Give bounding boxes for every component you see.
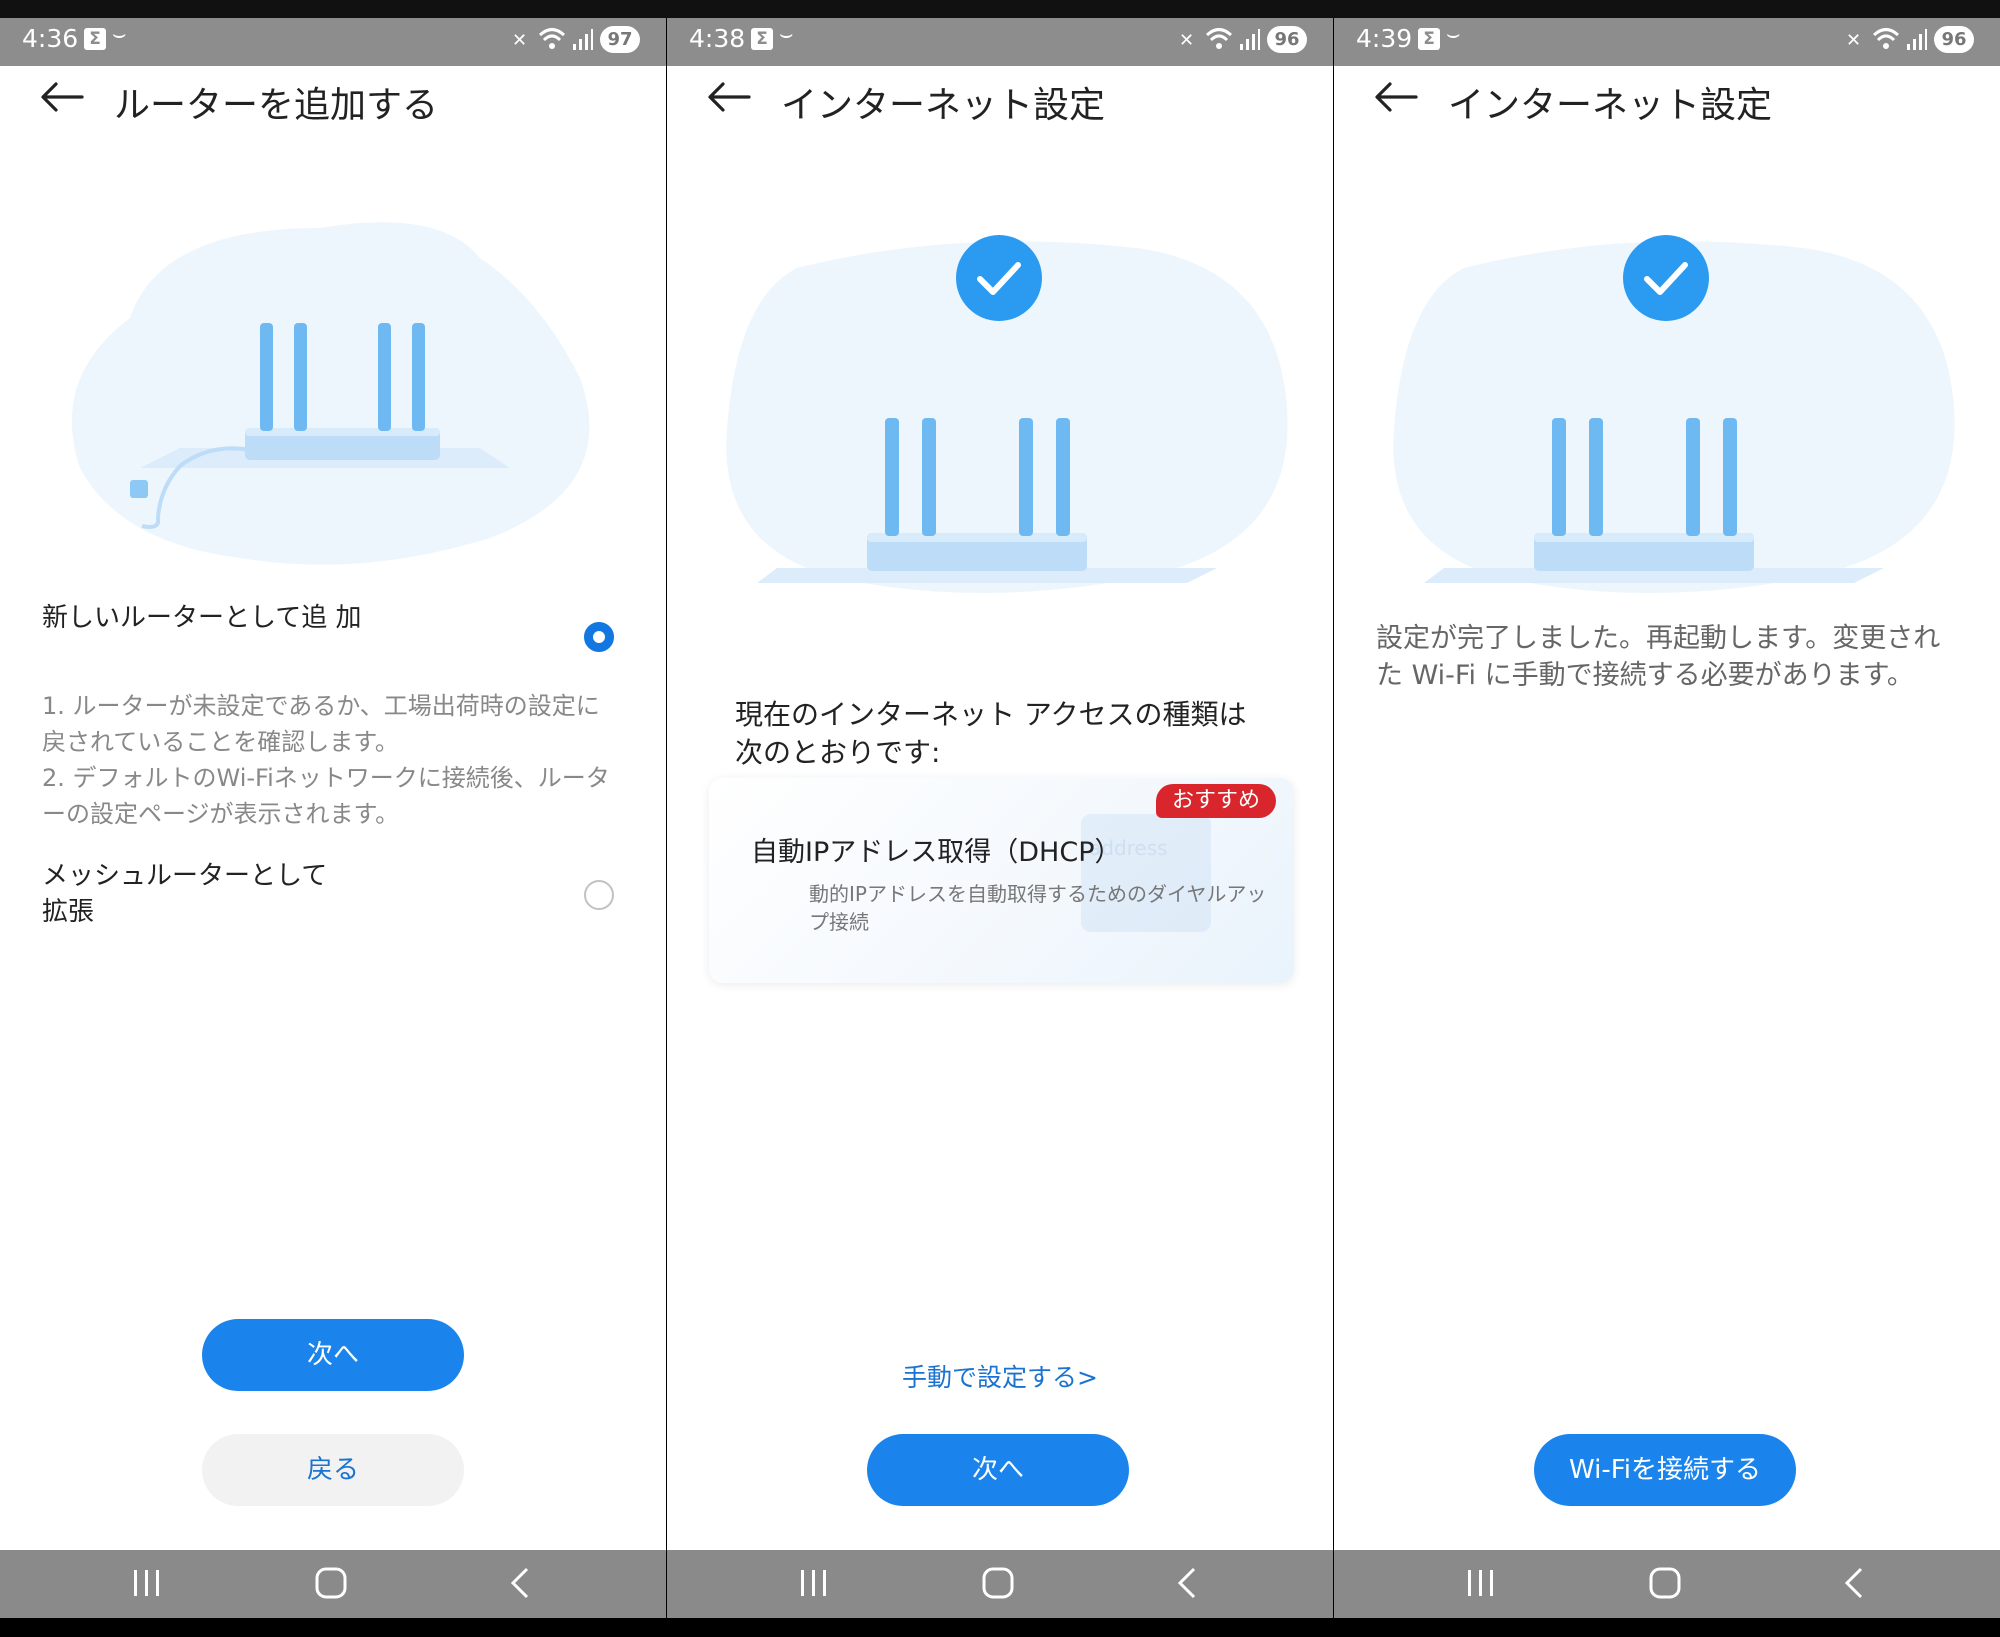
dhcp-description: 動的IPアドレスを自動取得するためのダイヤルアップ接続: [809, 882, 1267, 934]
navigation-bar: [1334, 1550, 2000, 1618]
signal-icon: [573, 29, 593, 50]
status-bar: 4:38 Σ ⌣ ✕ 96: [667, 18, 1333, 66]
screen-add-router: 4:36 Σ ⌣ ✕ 97 ルーターを追加する 新しいルーターとして追 加 1.…: [0, 18, 666, 1618]
recents-icon[interactable]: [1466, 1566, 1496, 1600]
success-badge: [956, 235, 1042, 321]
navigation-bar: [0, 1550, 666, 1618]
router-illustration: [71, 222, 590, 565]
mute-icon: ✕: [512, 30, 528, 51]
screen-setup-complete: 4:39 Σ ⌣ ✕ 96 インターネット設定 設定が完了しました。再起動します…: [1334, 18, 2000, 1618]
page-title: ルーターを追加する: [114, 85, 439, 126]
sigma-icon: Σ: [84, 28, 106, 50]
option-new-router-label[interactable]: 新しいルーターとして追 加: [42, 600, 362, 636]
sigma-icon: Σ: [1418, 28, 1440, 50]
dhcp-title: 自動IPアドレス取得（DHCP）: [751, 837, 1122, 868]
home-icon[interactable]: [981, 1566, 1015, 1600]
navigation-bar: [667, 1550, 1333, 1618]
notification-icon: ⌣: [779, 22, 794, 47]
radio-new-router[interactable]: [584, 622, 614, 652]
check-icon: [1644, 262, 1688, 295]
wifi-icon: [538, 28, 566, 49]
check-icon: [977, 262, 1021, 295]
bottom-border: [0, 1618, 2000, 1637]
mute-icon: ✕: [1179, 30, 1195, 51]
notification-icon: ⌣: [1446, 22, 1461, 47]
nav-back-icon[interactable]: [1175, 1566, 1199, 1600]
status-time: 4:39: [1356, 24, 1413, 53]
top-border: [0, 0, 2000, 18]
status-bar: 4:36 Σ ⌣ ✕ 97: [0, 18, 666, 66]
connect-wifi-button[interactable]: Wi-Fiを接続する: [1534, 1434, 1796, 1506]
dhcp-option-card[interactable]: address おすすめ 自動IPアドレス取得（DHCP） 動的IPアドレスを自…: [709, 778, 1294, 983]
back-button[interactable]: 戻る: [202, 1434, 464, 1506]
nav-back-icon[interactable]: [1842, 1566, 1866, 1600]
option-description: 1. ルーターが未設定であるか、工場出荷時の設定に戻されていることを確認します。…: [42, 692, 610, 828]
notification-icon: ⌣: [112, 22, 127, 47]
page-title: インターネット設定: [1448, 85, 1773, 126]
radio-mesh-router[interactable]: [584, 880, 614, 910]
signal-icon: [1907, 29, 1927, 50]
battery-badge: 96: [1267, 26, 1307, 53]
screen-internet-settings: 4:38 Σ ⌣ ✕ 96 インターネット設定 現在のインターネット アクセスの…: [667, 18, 1333, 1618]
sigma-icon: Σ: [751, 28, 773, 50]
next-button[interactable]: 次へ: [867, 1434, 1129, 1506]
battery-badge: 97: [600, 26, 640, 53]
home-icon[interactable]: [314, 1566, 348, 1600]
wifi-icon: [1872, 28, 1900, 49]
wifi-icon: [1205, 28, 1233, 49]
next-button[interactable]: 次へ: [202, 1319, 464, 1391]
recents-icon[interactable]: [799, 1566, 829, 1600]
back-arrow-icon[interactable]: [40, 80, 84, 114]
status-bar: 4:39 Σ ⌣ ✕ 96: [1334, 18, 2000, 66]
nav-back-icon[interactable]: [508, 1566, 532, 1600]
page-title: インターネット設定: [781, 85, 1106, 126]
access-type-text: 現在のインターネット アクセスの種類は次のとおりです:: [735, 698, 1247, 769]
recommended-badge: おすすめ: [1155, 784, 1276, 818]
back-arrow-icon[interactable]: [1374, 80, 1418, 114]
status-time: 4:36: [22, 24, 79, 53]
signal-icon: [1240, 29, 1260, 50]
status-time: 4:38: [689, 24, 746, 53]
setup-complete-text: 設定が完了しました。再起動します。変更された Wi-Fi に手動で接続する必要が…: [1376, 623, 1941, 691]
battery-badge: 96: [1934, 26, 1974, 53]
back-arrow-icon[interactable]: [707, 80, 751, 114]
option-mesh-router-label[interactable]: メッシュルーターとして 拡張: [42, 858, 327, 930]
manual-setup-link[interactable]: 手動で設定する>: [667, 1358, 1333, 1394]
recents-icon[interactable]: [132, 1566, 162, 1600]
mute-icon: ✕: [1846, 30, 1862, 51]
success-badge: [1623, 235, 1709, 321]
home-icon[interactable]: [1648, 1566, 1682, 1600]
